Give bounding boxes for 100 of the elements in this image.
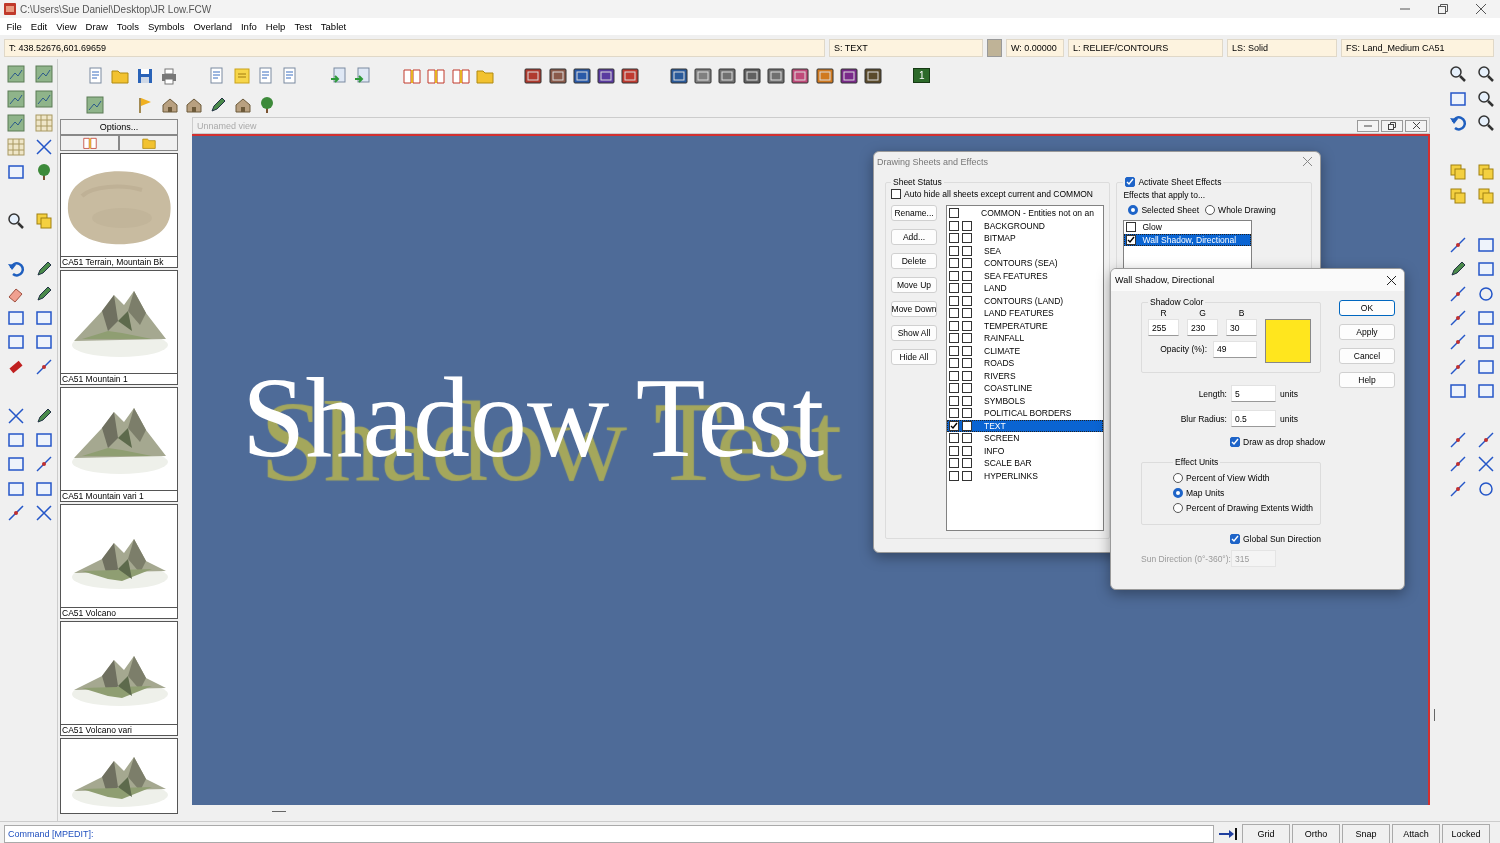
undo-icon[interactable] xyxy=(7,260,25,279)
frame-icon[interactable] xyxy=(1477,235,1495,254)
frame-icon[interactable] xyxy=(7,455,25,474)
line-icon[interactable] xyxy=(1477,431,1495,450)
dialog-button[interactable]: Move Up xyxy=(891,277,937,293)
cross-icon[interactable] xyxy=(1477,455,1495,474)
menu-item[interactable]: Test xyxy=(289,21,317,32)
scroll-thumb[interactable] xyxy=(1433,709,1435,721)
book-icon[interactable] xyxy=(403,66,422,85)
sheet-row[interactable]: SCREEN xyxy=(947,432,1103,445)
dialog-button[interactable]: Help xyxy=(1339,372,1395,388)
toggle-button[interactable]: Snap xyxy=(1342,824,1390,843)
layers-icon[interactable] xyxy=(1477,162,1495,181)
checkbox[interactable] xyxy=(1230,437,1240,447)
map-icon[interactable] xyxy=(7,65,25,84)
sheet-row[interactable]: LAND FEATURES xyxy=(947,307,1103,320)
frame-icon[interactable] xyxy=(7,431,25,450)
radio-button[interactable] xyxy=(1128,205,1139,215)
layers-icon[interactable] xyxy=(1449,187,1467,206)
symbol-tile[interactable]: CA51 Mountain 1 xyxy=(60,270,178,385)
line-icon[interactable] xyxy=(1449,333,1467,352)
options-button[interactable]: Options... xyxy=(60,119,178,135)
layers-icon[interactable] xyxy=(35,211,53,230)
symbol-tile[interactable]: CA51 Volcano xyxy=(60,504,178,619)
line-icon[interactable] xyxy=(1449,357,1467,376)
radio-button[interactable] xyxy=(1173,488,1183,498)
restore-icon[interactable] xyxy=(1438,4,1448,14)
menu-item[interactable]: Tools xyxy=(112,21,144,32)
effect-row[interactable]: Wall Shadow, Directional xyxy=(1124,233,1252,246)
symbol-tile[interactable]: CA51 Volcano vari xyxy=(60,621,178,736)
sheet-row[interactable]: TEXT xyxy=(947,419,1103,432)
checkbox[interactable] xyxy=(962,470,972,481)
line-icon[interactable] xyxy=(1449,479,1467,498)
checkbox[interactable] xyxy=(962,320,972,331)
sheet-row[interactable]: COMMON - Entities not on an xyxy=(947,207,1103,220)
map-icon[interactable] xyxy=(35,65,53,84)
checkbox[interactable] xyxy=(962,433,972,444)
undo-icon[interactable] xyxy=(1449,113,1467,132)
dialog-button[interactable]: Cancel xyxy=(1339,348,1395,364)
frame-icon[interactable] xyxy=(1477,357,1495,376)
menu-item[interactable]: Draw xyxy=(81,21,113,32)
tile-icon[interactable] xyxy=(815,66,834,85)
layers-icon[interactable] xyxy=(1477,187,1495,206)
radio-button[interactable] xyxy=(1205,205,1216,215)
toggle-button[interactable]: Locked xyxy=(1442,824,1490,843)
checkbox[interactable] xyxy=(949,270,959,281)
checkbox[interactable] xyxy=(949,408,959,419)
checkbox[interactable] xyxy=(962,220,972,231)
sheet-row[interactable]: COASTLINE xyxy=(947,382,1103,395)
color-swatch[interactable] xyxy=(987,39,1002,57)
checkbox[interactable] xyxy=(949,283,959,294)
page-arrow-icon[interactable] xyxy=(353,66,372,85)
printer-icon[interactable] xyxy=(160,66,179,85)
circle-icon[interactable] xyxy=(1477,479,1495,498)
sheet-row[interactable]: BACKGROUND xyxy=(947,219,1103,232)
checkbox[interactable] xyxy=(962,245,972,256)
close-button[interactable] xyxy=(1405,119,1427,132)
line-icon[interactable] xyxy=(1449,455,1467,474)
checkbox[interactable] xyxy=(962,395,972,406)
input-field[interactable]: 49 xyxy=(1213,340,1257,358)
checkbox[interactable] xyxy=(949,395,959,406)
zoom-icon[interactable] xyxy=(1477,113,1495,132)
checkbox[interactable] xyxy=(949,233,959,244)
sheet-row[interactable]: SEA FEATURES xyxy=(947,269,1103,282)
cross-icon[interactable] xyxy=(7,406,25,425)
dialog-button[interactable]: Rename... xyxy=(891,205,937,221)
radio-button[interactable] xyxy=(1173,473,1183,483)
frame-icon[interactable] xyxy=(1449,89,1467,108)
checkbox[interactable] xyxy=(962,295,972,306)
layers-icon[interactable] xyxy=(1449,162,1467,181)
zoom-icon[interactable] xyxy=(1477,65,1495,84)
frame-icon[interactable] xyxy=(7,309,25,328)
checkbox[interactable] xyxy=(962,283,972,294)
checkbox[interactable] xyxy=(949,345,959,356)
effect-row[interactable]: Glow xyxy=(1124,221,1252,234)
menu-item[interactable]: Tablet xyxy=(316,21,351,32)
checkbox[interactable] xyxy=(962,445,972,456)
menu-item[interactable]: Symbols xyxy=(143,21,189,32)
tile-icon[interactable] xyxy=(548,66,567,85)
frame-icon[interactable] xyxy=(1477,333,1495,352)
sheet-row[interactable]: CONTOURS (SEA) xyxy=(947,257,1103,270)
checkbox[interactable] xyxy=(949,208,959,219)
checkbox[interactable] xyxy=(949,295,959,306)
checkbox[interactable] xyxy=(962,458,972,469)
restore-button[interactable] xyxy=(1381,119,1403,132)
frame-icon[interactable] xyxy=(7,162,25,181)
close-icon[interactable] xyxy=(1387,275,1396,285)
catalog-button[interactable] xyxy=(60,135,119,151)
frame-icon[interactable] xyxy=(35,431,53,450)
checkbox[interactable] xyxy=(949,370,959,381)
sheet-row[interactable]: SYMBOLS xyxy=(947,394,1103,407)
checkbox[interactable] xyxy=(949,245,959,256)
zoom-icon[interactable] xyxy=(1449,65,1467,84)
input-field[interactable]: 30 xyxy=(1226,319,1257,336)
page-arrow-icon[interactable] xyxy=(329,66,348,85)
tile-icon[interactable] xyxy=(742,66,761,85)
cross-icon[interactable] xyxy=(35,504,53,523)
menu-item[interactable]: Info xyxy=(236,21,262,32)
sheet-row[interactable]: TEMPERATURE xyxy=(947,319,1103,332)
map-icon[interactable] xyxy=(86,95,105,114)
